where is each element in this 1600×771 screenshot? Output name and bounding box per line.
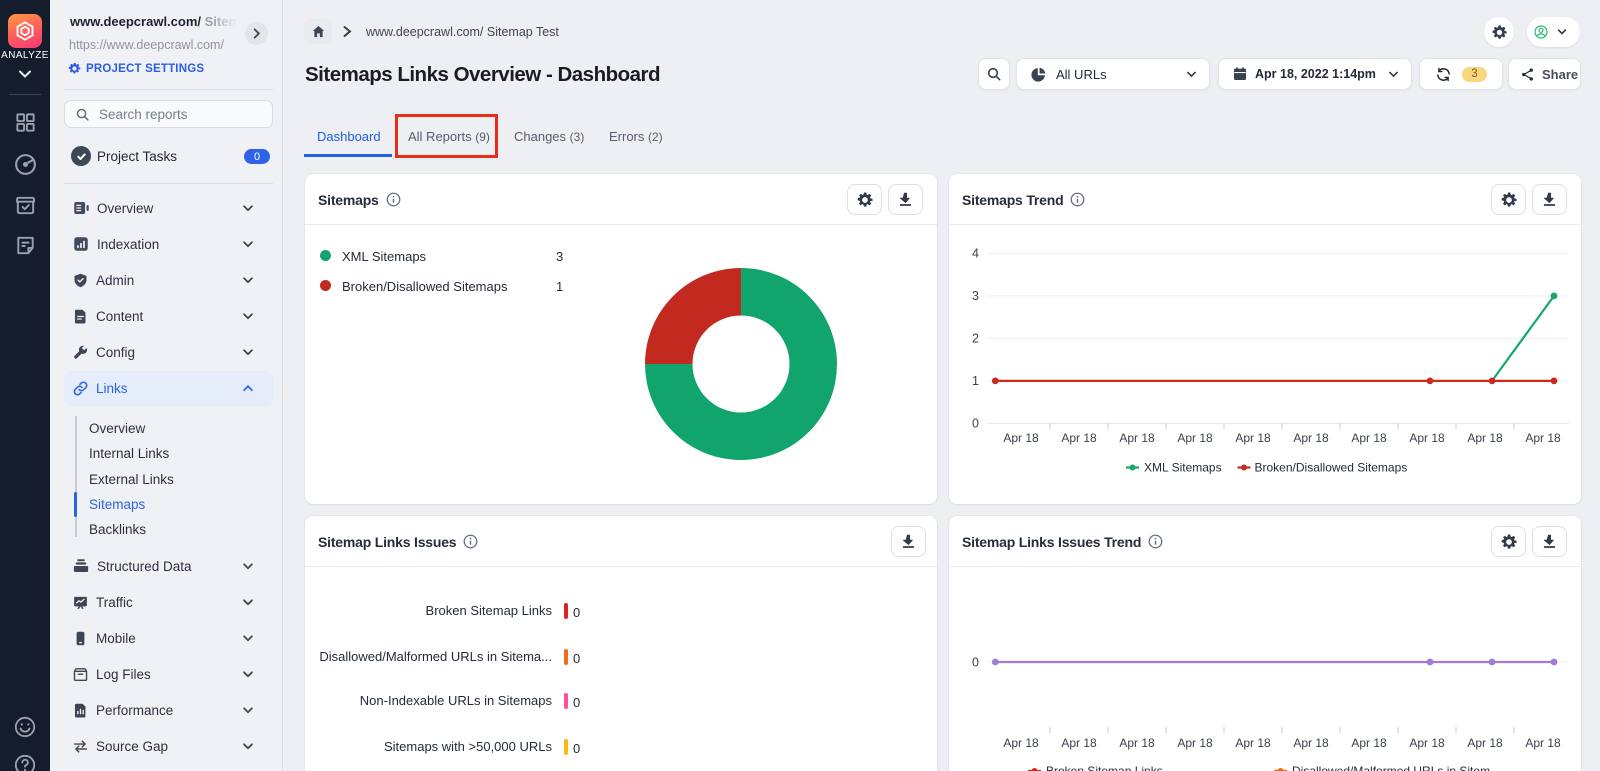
svg-text:Apr 18: Apr 18 bbox=[1235, 736, 1271, 750]
svg-text:Apr 18: Apr 18 bbox=[1409, 736, 1445, 750]
svg-text:Apr 18: Apr 18 bbox=[1061, 736, 1097, 750]
svg-text:Apr 18: Apr 18 bbox=[1351, 431, 1387, 445]
svg-text:Disallowed/Malformed URLs in S: Disallowed/Malformed URLs in Sitem bbox=[1292, 764, 1490, 771]
svg-text:Apr 18: Apr 18 bbox=[1235, 431, 1271, 445]
svg-text:Apr 18: Apr 18 bbox=[1467, 431, 1503, 445]
svg-text:Apr 18: Apr 18 bbox=[1177, 736, 1213, 750]
svg-text:2: 2 bbox=[972, 332, 979, 346]
svg-text:Broken/Disallowed Sitemaps: Broken/Disallowed Sitemaps bbox=[1255, 461, 1408, 475]
svg-text:Apr 18: Apr 18 bbox=[1119, 431, 1155, 445]
svg-text:Apr 18: Apr 18 bbox=[1293, 736, 1329, 750]
svg-text:Apr 18: Apr 18 bbox=[1351, 736, 1387, 750]
svg-text:Apr 18: Apr 18 bbox=[1293, 431, 1329, 445]
svg-text:Apr 18: Apr 18 bbox=[1525, 736, 1561, 750]
svg-text:XML Sitemaps: XML Sitemaps bbox=[1144, 461, 1222, 475]
svg-text:Broken Sitemap Links: Broken Sitemap Links bbox=[1046, 764, 1163, 771]
svg-text:Apr 18: Apr 18 bbox=[1003, 736, 1039, 750]
svg-text:Apr 18: Apr 18 bbox=[1003, 431, 1039, 445]
svg-text:4: 4 bbox=[972, 247, 979, 261]
svg-text:0: 0 bbox=[972, 417, 979, 431]
svg-text:1: 1 bbox=[972, 374, 979, 388]
svg-text:Apr 18: Apr 18 bbox=[1119, 736, 1155, 750]
svg-text:Apr 18: Apr 18 bbox=[1409, 431, 1445, 445]
svg-text:Apr 18: Apr 18 bbox=[1177, 431, 1213, 445]
svg-text:0: 0 bbox=[972, 656, 979, 670]
svg-text:3: 3 bbox=[972, 289, 979, 303]
svg-text:Apr 18: Apr 18 bbox=[1467, 736, 1503, 750]
svg-text:Apr 18: Apr 18 bbox=[1525, 431, 1561, 445]
svg-text:Apr 18: Apr 18 bbox=[1061, 431, 1097, 445]
